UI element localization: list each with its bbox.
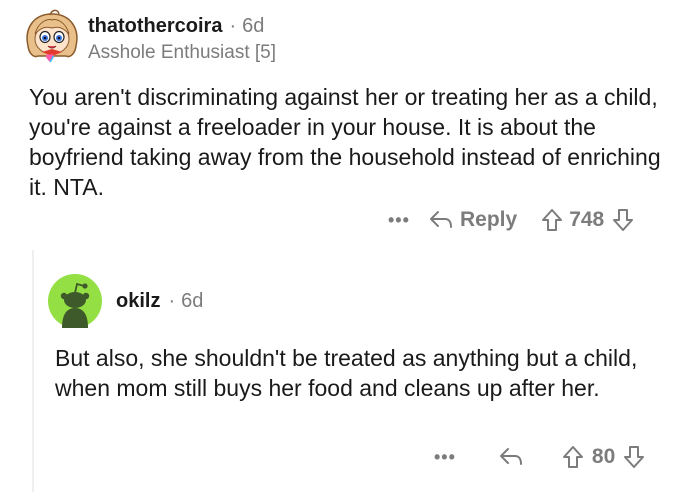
upvote-icon[interactable]: [541, 208, 563, 232]
reply-button[interactable]: Reply: [460, 208, 517, 232]
user-avatar[interactable]: [48, 274, 102, 328]
more-options-button[interactable]: •••: [434, 447, 456, 468]
vote-score: 80: [591, 445, 616, 468]
comment-age: 6d: [181, 290, 204, 312]
user-flair: Asshole Enthusiast [5]: [88, 42, 276, 63]
downvote-icon[interactable]: [612, 208, 634, 232]
upvote-icon[interactable]: [562, 445, 584, 469]
comment-header: okilz · 6d: [116, 290, 203, 313]
comment-actions: ••• 80: [434, 445, 645, 469]
comment-body: But also, she shouldn't be treated as an…: [55, 345, 638, 401]
downvote-icon[interactable]: [623, 445, 645, 469]
comment-age: 6d: [242, 15, 265, 37]
user-avatar[interactable]: [20, 6, 84, 68]
username[interactable]: okilz: [116, 290, 160, 312]
comment-body: You aren't discriminating against her or…: [29, 84, 661, 200]
comment-header: thatothercoira · 6d: [88, 15, 264, 38]
reply-arrow-icon[interactable]: [498, 446, 524, 468]
cartoon-avatar-icon: [26, 9, 78, 63]
username[interactable]: thatothercoira: [88, 15, 222, 37]
snoo-avatar-icon: [48, 274, 102, 328]
more-options-button[interactable]: •••: [388, 210, 410, 231]
separator-dot: ·: [229, 15, 237, 37]
reply-arrow-icon[interactable]: [428, 209, 454, 231]
comment-actions: ••• Reply 748: [388, 208, 634, 232]
vote-score: 748: [569, 208, 605, 231]
separator-dot: ·: [168, 290, 176, 312]
thread-line[interactable]: [32, 250, 34, 492]
